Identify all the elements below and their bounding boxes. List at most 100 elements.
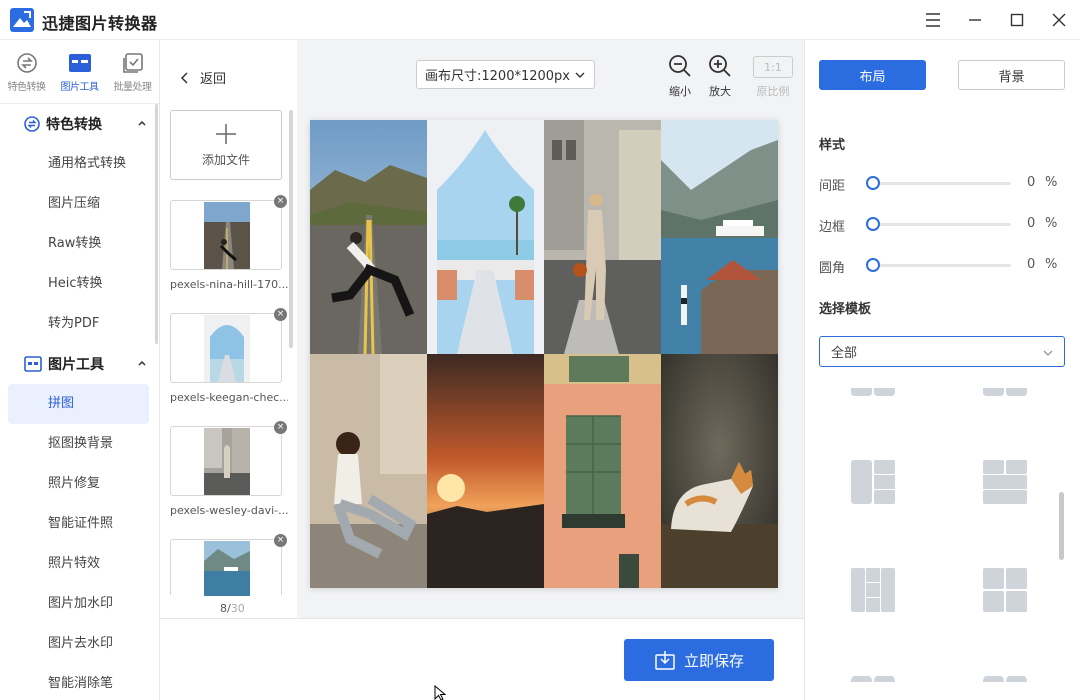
slider-handle[interactable] <box>866 217 880 231</box>
close-button[interactable] <box>1047 8 1071 32</box>
slider-value: 0 <box>1027 175 1036 190</box>
remove-file-button[interactable]: × <box>274 534 287 547</box>
app-title: 迅捷图片转换器 <box>42 14 158 33</box>
minimize-button[interactable] <box>963 8 987 32</box>
nav-item-collage[interactable]: 拼图 <box>8 384 149 424</box>
template-layout-option[interactable] <box>851 460 895 504</box>
nav-item-cutout[interactable]: 抠图换背景 <box>0 424 159 464</box>
collage-cell[interactable] <box>310 354 427 588</box>
back-label: 返回 <box>200 72 227 87</box>
section-image-tools[interactable]: 图片工具 <box>0 344 159 384</box>
nav-item-pdf[interactable]: 转为PDF <box>0 304 159 344</box>
template-layout-option[interactable] <box>851 568 895 612</box>
canvas-size-select[interactable]: 画布尺寸:1200*1200px <box>416 60 595 89</box>
file-counter: 8/30 <box>220 602 245 615</box>
title-bar: 迅捷图片转换器 <box>0 0 1080 40</box>
slider-track[interactable] <box>873 223 1011 226</box>
file-thumbnail[interactable]: × <box>170 308 287 383</box>
thumbnail-image <box>204 541 250 596</box>
slider-unit: % <box>1045 175 1058 190</box>
slider-track[interactable] <box>873 264 1011 267</box>
radius-slider[interactable]: 圆角 0 % <box>819 255 1064 276</box>
template-category-select[interactable]: 全部 <box>819 336 1065 367</box>
slider-handle[interactable] <box>866 176 880 190</box>
slider-unit: % <box>1045 216 1058 231</box>
add-file-button[interactable]: 添加文件 <box>170 110 282 180</box>
file-name: pexels-nina-hill-170... <box>170 278 288 291</box>
original-ratio-label: 原比例 <box>756 85 790 98</box>
original-ratio-button[interactable]: 1:1 原比例 <box>753 54 793 99</box>
save-button[interactable]: 立即保存 <box>624 639 774 681</box>
template-layout-option[interactable] <box>983 568 1027 612</box>
sidebar: 特色转换 图片工具 批量处理 特色转换 通用格式转换 图片压缩 Raw转换 He… <box>0 40 160 700</box>
remove-file-button[interactable]: × <box>274 195 287 208</box>
convert-icon <box>24 116 40 132</box>
photo-bay-lighthouse <box>661 120 778 354</box>
collage-cell[interactable] <box>544 354 661 588</box>
ratio-icon: 1:1 <box>753 56 793 78</box>
file-thumbnail[interactable]: × <box>170 534 287 596</box>
maximize-button[interactable] <box>1005 8 1029 32</box>
nav-item-format-convert[interactable]: 通用格式转换 <box>0 144 159 184</box>
collage-cell[interactable] <box>661 354 778 588</box>
nav-item-eraser[interactable]: 智能消除笔 <box>0 664 159 700</box>
slider-track[interactable] <box>873 182 1011 185</box>
nav-item-raw[interactable]: Raw转换 <box>0 224 159 264</box>
section-feature-convert[interactable]: 特色转换 <box>0 104 159 144</box>
file-thumbnail[interactable]: × <box>170 195 287 270</box>
save-label: 立即保存 <box>683 651 744 670</box>
photo-street-walk <box>544 120 661 354</box>
nav-item-compress[interactable]: 图片压缩 <box>0 184 159 224</box>
chevron-left-icon <box>180 71 188 84</box>
tab-layout[interactable]: 布局 <box>819 60 926 90</box>
collage-cell[interactable] <box>427 120 544 354</box>
photo-sunset <box>427 354 544 588</box>
collage-cell[interactable] <box>661 120 778 354</box>
collage-cell[interactable] <box>310 120 427 354</box>
zoom-in-button[interactable]: 放大 <box>708 54 732 99</box>
photo-pink-building <box>544 354 661 588</box>
slider-unit: % <box>1045 257 1058 272</box>
template-layout-option[interactable] <box>851 676 895 682</box>
back-button[interactable]: 返回 <box>178 68 226 87</box>
template-layout-option[interactable] <box>851 388 895 396</box>
tab-background[interactable]: 背景 <box>958 60 1065 90</box>
nav-item-heic[interactable]: Heic转换 <box>0 264 159 304</box>
download-icon <box>655 651 675 670</box>
collage-preview[interactable] <box>310 120 778 588</box>
mouse-cursor-icon <box>434 685 447 700</box>
spacing-slider[interactable]: 间距 0 % <box>819 173 1064 194</box>
collage-cell[interactable] <box>427 354 544 588</box>
nav-item-add-watermark[interactable]: 图片加水印 <box>0 584 159 624</box>
file-thumbnail[interactable]: × <box>170 421 287 496</box>
file-counter-current: 8 <box>220 602 227 615</box>
tab-feature-convert[interactable]: 特色转换 <box>0 40 53 103</box>
slider-handle[interactable] <box>866 258 880 272</box>
style-title: 样式 <box>819 138 846 153</box>
template-layout-option[interactable] <box>983 460 1027 504</box>
template-layout-option[interactable] <box>983 676 1027 682</box>
zoom-out-label: 缩小 <box>669 85 691 98</box>
collage-cell[interactable] <box>544 120 661 354</box>
remove-file-button[interactable]: × <box>274 308 287 321</box>
tab-image-tools[interactable]: 图片工具 <box>53 40 106 103</box>
batch-icon <box>122 53 143 73</box>
remove-file-button[interactable]: × <box>274 421 287 434</box>
file-counter-total: 30 <box>230 602 245 615</box>
tab-batch[interactable]: 批量处理 <box>106 40 159 103</box>
photo-road-woman <box>310 120 427 354</box>
nav-item-effects[interactable]: 照片特效 <box>0 544 159 584</box>
nav-item-id-photo[interactable]: 智能证件照 <box>0 504 159 544</box>
zoom-out-button[interactable]: 缩小 <box>668 54 692 99</box>
border-slider[interactable]: 边框 0 % <box>819 214 1064 235</box>
slider-value: 0 <box>1027 216 1036 231</box>
file-name: pexels-wesley-davi-... <box>170 504 288 517</box>
menu-icon[interactable] <box>921 8 945 32</box>
nav-item-remove-watermark[interactable]: 图片去水印 <box>0 624 159 664</box>
sidebar-scrollbar[interactable] <box>155 104 158 344</box>
template-scrollbar[interactable] <box>1059 492 1064 560</box>
canvas-size-value: 画布尺寸:1200*1200px <box>425 69 570 84</box>
template-layout-option[interactable] <box>983 388 1027 396</box>
file-list-scrollbar[interactable] <box>289 110 293 348</box>
nav-item-repair[interactable]: 照片修复 <box>0 464 159 504</box>
